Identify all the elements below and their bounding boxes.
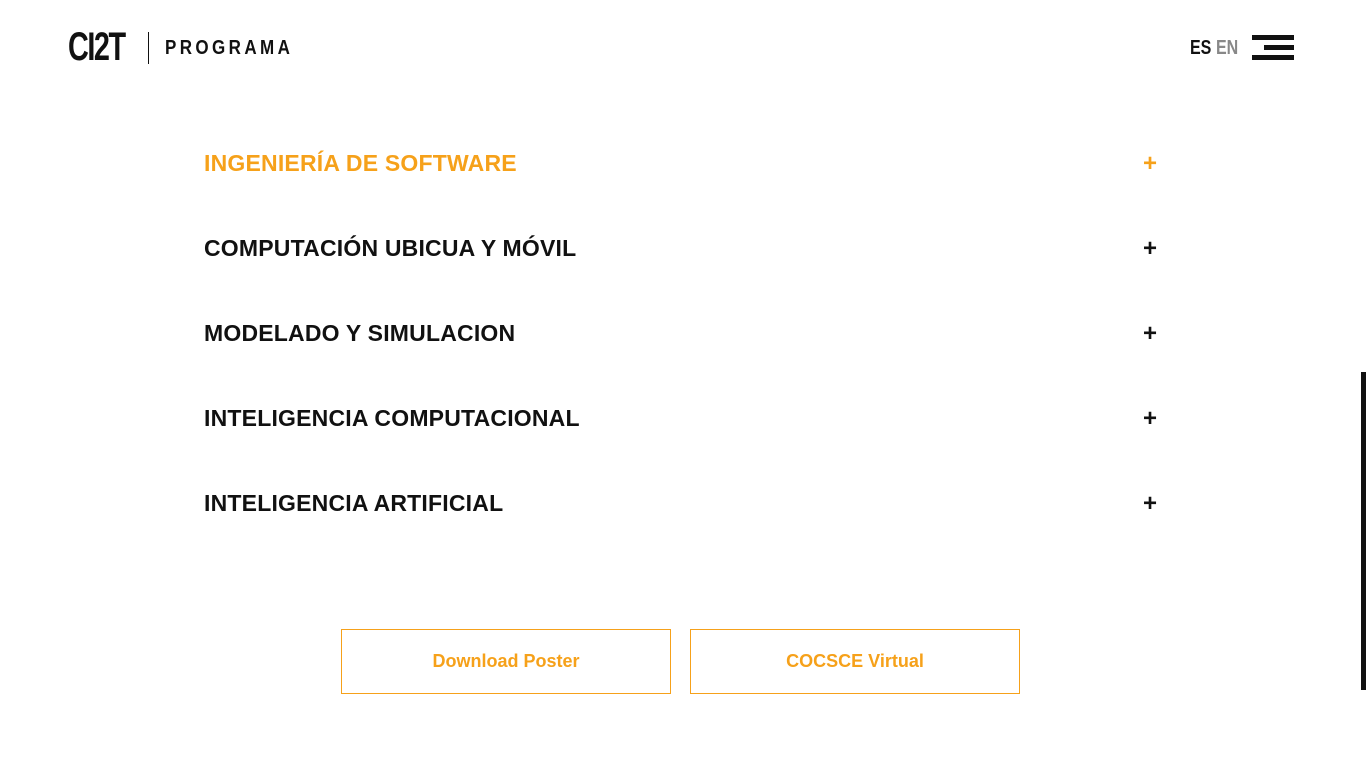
accordion-item-title: COMPUTACIÓN UBICUA Y MÓVIL xyxy=(204,235,577,261)
scrollbar-thumb[interactable] xyxy=(1361,372,1366,690)
plus-icon[interactable]: + xyxy=(1142,150,1158,178)
accordion-item-computacion-ubicua[interactable]: COMPUTACIÓN UBICUA Y MÓVIL + xyxy=(204,206,1160,291)
accordion-item-title: INTELIGENCIA COMPUTACIONAL xyxy=(204,405,580,431)
plus-icon[interactable]: + xyxy=(1142,490,1158,518)
hamburger-menu-icon[interactable] xyxy=(1252,35,1294,61)
page: CI2T PROGRAMA ES EN INGENIERÍA DE SOFTWA… xyxy=(0,0,1366,768)
menu-bar xyxy=(1264,45,1294,50)
accordion-item-inteligencia-artificial[interactable]: INTELIGENCIA ARTIFICIAL + xyxy=(204,461,1160,546)
accordion-item-title: INTELIGENCIA ARTIFICIAL xyxy=(204,490,504,516)
menu-bar xyxy=(1252,55,1294,60)
language-en-link[interactable]: EN xyxy=(1216,36,1238,60)
site-logo[interactable]: CI2T xyxy=(68,27,126,67)
accordion-item-ingenieria-de-software[interactable]: INGENIERÍA DE SOFTWARE + xyxy=(204,121,1160,206)
accordion-item-title: INGENIERÍA DE SOFTWARE xyxy=(204,150,517,176)
cocsce-virtual-button[interactable]: COCSCE Virtual xyxy=(690,629,1020,694)
language-es-link[interactable]: ES xyxy=(1190,36,1211,60)
logo-divider xyxy=(148,32,149,64)
download-poster-button[interactable]: Download Poster xyxy=(341,629,671,694)
plus-icon[interactable]: + xyxy=(1142,405,1158,433)
accordion-item-modelado-simulacion[interactable]: MODELADO Y SIMULACION + xyxy=(204,291,1160,376)
program-accordion: INGENIERÍA DE SOFTWARE + COMPUTACIÓN UBI… xyxy=(204,121,1160,546)
menu-bar xyxy=(1252,35,1294,40)
plus-icon[interactable]: + xyxy=(1142,320,1158,348)
page-title: PROGRAMA xyxy=(165,37,294,59)
accordion-item-title: MODELADO Y SIMULACION xyxy=(204,320,516,346)
accordion-item-inteligencia-computacional[interactable]: INTELIGENCIA COMPUTACIONAL + xyxy=(204,376,1160,461)
plus-icon[interactable]: + xyxy=(1142,235,1158,263)
